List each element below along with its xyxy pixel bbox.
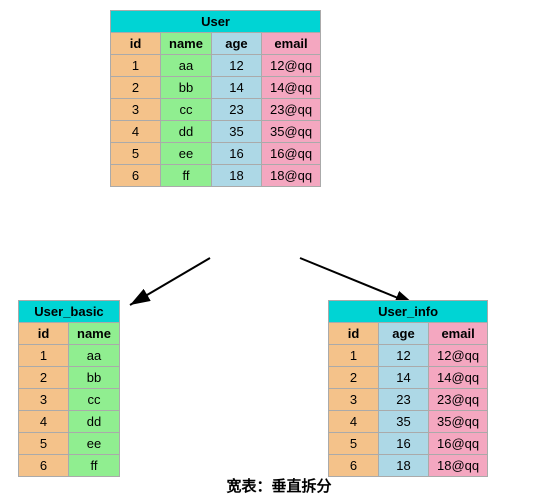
table-cell: 4 — [19, 411, 69, 433]
table-cell: 4 — [111, 121, 161, 143]
table-cell: ee — [161, 143, 212, 165]
table-cell: dd — [69, 411, 120, 433]
table-cell: 14 — [379, 367, 429, 389]
table-cell: 3 — [19, 389, 69, 411]
user-info-col-id: id — [329, 323, 379, 345]
table-cell: 16@qq — [429, 433, 488, 455]
table-cell: 35@qq — [261, 121, 320, 143]
table-cell: cc — [69, 389, 120, 411]
table-cell: cc — [161, 99, 212, 121]
table-cell: ee — [69, 433, 120, 455]
user-info-col-email: email — [429, 323, 488, 345]
user-basic-col-name: name — [69, 323, 120, 345]
table-cell: bb — [69, 367, 120, 389]
table-cell: 6 — [19, 455, 69, 477]
user-basic-col-id: id — [19, 323, 69, 345]
table-cell: 18 — [379, 455, 429, 477]
table-cell: 1 — [19, 345, 69, 367]
table-cell: 18@qq — [261, 165, 320, 187]
table-cell: 18@qq — [429, 455, 488, 477]
table-cell: 23 — [379, 389, 429, 411]
diagram-container: User id name age email 1aa1212@qq2bb1414… — [0, 0, 558, 504]
table-cell: 12 — [211, 55, 261, 77]
table-cell: 18 — [211, 165, 261, 187]
table-cell: 16 — [211, 143, 261, 165]
table-cell: 1 — [111, 55, 161, 77]
table-cell: 23@qq — [429, 389, 488, 411]
table-cell: 6 — [111, 165, 161, 187]
table-cell: 14@qq — [261, 77, 320, 99]
table-cell: 3 — [111, 99, 161, 121]
table-cell: 35 — [211, 121, 261, 143]
user-info-header: User_info — [329, 301, 488, 323]
user-col-email: email — [261, 33, 320, 55]
user-col-id: id — [111, 33, 161, 55]
table-cell: 23 — [211, 99, 261, 121]
table-cell: aa — [161, 55, 212, 77]
table-cell: 14 — [211, 77, 261, 99]
user-basic-header: User_basic — [19, 301, 120, 323]
table-cell: 2 — [111, 77, 161, 99]
user-col-name: name — [161, 33, 212, 55]
table-cell: ff — [69, 455, 120, 477]
table-cell: 16 — [379, 433, 429, 455]
table-cell: 1 — [329, 345, 379, 367]
table-cell: ff — [161, 165, 212, 187]
user-basic-table: User_basic id name 1aa2bb3cc4dd5ee6ff — [18, 300, 120, 477]
table-cell: 12@qq — [429, 345, 488, 367]
caption: 宽表：垂直拆分 — [226, 475, 331, 496]
table-cell: 35@qq — [429, 411, 488, 433]
user-col-age: age — [211, 33, 261, 55]
table-cell: 14@qq — [429, 367, 488, 389]
user-table-header: User — [111, 11, 321, 33]
table-cell: 5 — [111, 143, 161, 165]
table-cell: aa — [69, 345, 120, 367]
table-cell: 35 — [379, 411, 429, 433]
table-cell: 16@qq — [261, 143, 320, 165]
table-cell: 4 — [329, 411, 379, 433]
user-table: User id name age email 1aa1212@qq 2bb1414… — [110, 10, 321, 187]
table-cell: 3 — [329, 389, 379, 411]
user-info-col-age: age — [379, 323, 429, 345]
table-cell: 5 — [19, 433, 69, 455]
table-cell: 2 — [329, 367, 379, 389]
table-cell: 12@qq — [261, 55, 320, 77]
table-cell: bb — [161, 77, 212, 99]
table-cell: 2 — [19, 367, 69, 389]
table-cell: dd — [161, 121, 212, 143]
user-info-table: User_info id age email 11212@qq21414@qq3… — [328, 300, 488, 477]
table-cell: 12 — [379, 345, 429, 367]
table-cell: 5 — [329, 433, 379, 455]
table-cell: 23@qq — [261, 99, 320, 121]
table-cell: 6 — [329, 455, 379, 477]
